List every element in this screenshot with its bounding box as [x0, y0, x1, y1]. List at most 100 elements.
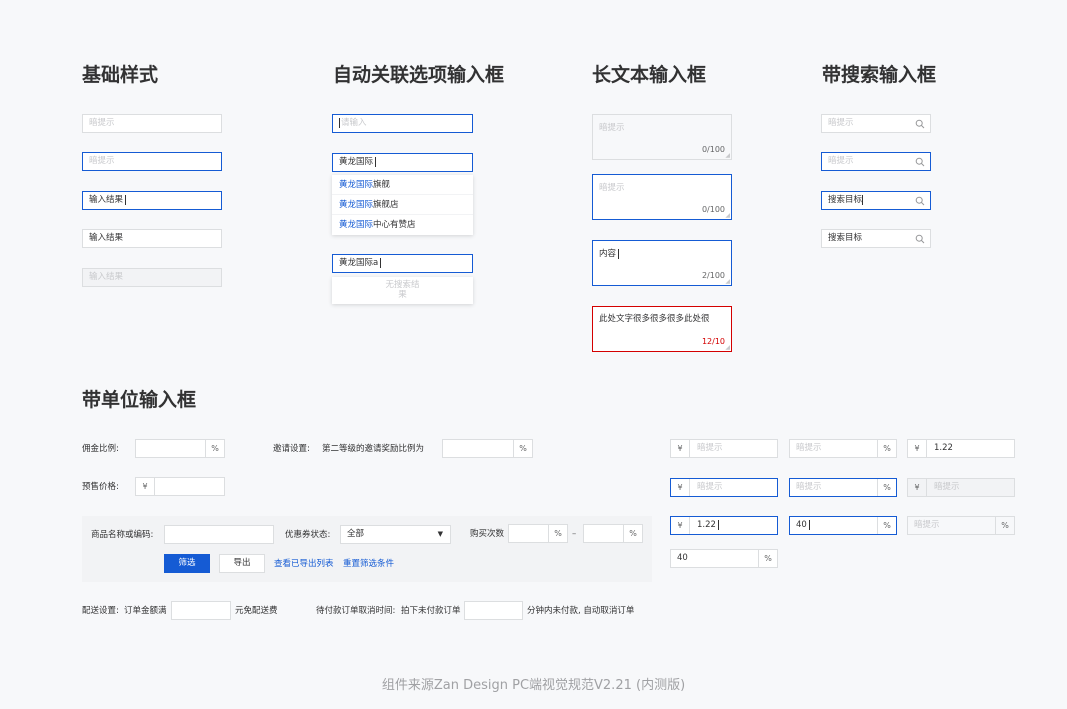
suggest-option[interactable]: 黄龙国际旗舰店: [332, 195, 473, 215]
textarea-default[interactable]: 暗提示 0/100 ◢: [592, 114, 732, 160]
percent-input-focused[interactable]: 暗提示%: [789, 478, 897, 497]
search-input[interactable]: 暗提示: [821, 114, 931, 133]
delivery-amount-input[interactable]: [171, 601, 231, 620]
yen-prefix: ¥: [136, 478, 155, 495]
resize-handle-icon[interactable]: ◢: [725, 345, 730, 351]
unpaid-minutes-input[interactable]: [464, 601, 523, 620]
auto-input-noresult[interactable]: 黄龙国际a: [332, 254, 473, 273]
search-value: 搜索目标: [828, 233, 863, 243]
basic-input-filled[interactable]: 输入结果: [82, 229, 222, 248]
textarea-value: 内容: [599, 249, 617, 259]
caret-down-icon: ▼: [437, 530, 443, 538]
suggest-option-match: 黄龙国际: [339, 200, 374, 210]
no-result-text-line1: 无搜索结: [385, 280, 420, 290]
yen-input-filled[interactable]: ¥1.22: [907, 439, 1015, 458]
filter-button[interactable]: 筛选: [164, 554, 210, 573]
percent-unit: %: [623, 525, 642, 542]
no-result-text-line2: 果: [398, 290, 407, 300]
resize-handle-icon[interactable]: ◢: [725, 213, 730, 219]
presale-input[interactable]: ¥: [135, 477, 225, 496]
text-caret: [808, 519, 810, 530]
export-button[interactable]: 导出: [219, 554, 265, 573]
search-icon[interactable]: [915, 234, 925, 244]
goods-label: 商品名称或编码:: [91, 530, 154, 540]
delivery-text-1: 订单金额满: [124, 606, 167, 616]
percent-unit: %: [205, 440, 224, 457]
basic-input-typing-value: 输入结果: [89, 195, 124, 205]
suggest-option-match: 黄龙国际: [339, 220, 374, 230]
invite-label: 邀请设置:: [273, 444, 310, 454]
yen-prefix: ¥: [671, 479, 690, 496]
percent-input-placeholder[interactable]: 暗提示%: [789, 439, 897, 458]
input-placeholder: 暗提示: [934, 482, 960, 492]
invite-input[interactable]: %: [442, 439, 533, 458]
auto-input-noresult-value: 黄龙国际a: [339, 258, 379, 268]
invite-text: 第二等级的邀请奖励比例为: [322, 444, 425, 454]
reset-filter-link[interactable]: 重置筛选条件: [343, 558, 394, 570]
resize-handle-icon[interactable]: ◢: [725, 153, 730, 159]
textarea-counter: 2/100: [701, 271, 725, 280]
delivery-label: 配送设置:: [82, 606, 119, 616]
input-value: 40: [796, 520, 807, 530]
yen-input-typing[interactable]: ¥1.22: [670, 516, 778, 535]
yen-input-focused[interactable]: ¥ 暗提示: [670, 478, 778, 497]
text-caret: [375, 156, 377, 167]
textarea-placeholder: 暗提示: [599, 183, 625, 193]
search-icon[interactable]: [915, 157, 925, 167]
auto-input-empty[interactable]: 请输入: [332, 114, 473, 133]
percent-input-readonly: 暗提示%: [907, 516, 1015, 535]
resize-handle-icon[interactable]: ◢: [725, 279, 730, 285]
heading-textarea: 长文本输入框: [592, 64, 707, 86]
heading-basic: 基础样式: [82, 64, 159, 86]
heading-auto: 自动关联选项输入框: [333, 64, 505, 86]
buy-count-min[interactable]: %: [508, 524, 568, 543]
suggest-option[interactable]: 黄龙国际旗舰: [332, 175, 473, 195]
no-result-dropdown: 无搜索结 果: [332, 277, 473, 304]
yen-prefix: ¥: [908, 440, 927, 457]
text-caret: [339, 117, 340, 128]
percent-unit: %: [877, 440, 896, 457]
buy-count-max[interactable]: %: [583, 524, 643, 543]
suggest-option-rest: 旗舰店: [373, 200, 399, 210]
input-placeholder: 暗提示: [796, 482, 822, 492]
basic-input-focused[interactable]: 暗提示: [82, 152, 222, 171]
percent-unit: %: [995, 517, 1014, 534]
search-icon[interactable]: [915, 119, 925, 129]
yen-input-placeholder[interactable]: ¥ 暗提示: [670, 439, 778, 458]
basic-input-typing[interactable]: 输入结果: [82, 191, 222, 210]
coupon-select[interactable]: 全部 ▼: [340, 525, 451, 544]
view-exported-link[interactable]: 查看已导出列表: [274, 558, 334, 570]
search-value: 搜索目标: [828, 195, 863, 205]
textarea-typing[interactable]: 内容 2/100 ◢: [592, 240, 732, 286]
goods-input[interactable]: [164, 525, 274, 544]
search-input-typing[interactable]: 搜索目标: [821, 191, 931, 210]
percent-input-typing[interactable]: 40%: [789, 516, 897, 535]
search-input-focused[interactable]: 暗提示: [821, 152, 931, 171]
coupon-select-value: 全部: [347, 529, 365, 539]
input-placeholder: 暗提示: [914, 520, 940, 530]
yen-prefix: ¥: [671, 440, 690, 457]
textarea-focused[interactable]: 暗提示 0/100 ◢: [592, 174, 732, 220]
unpaid-text-1: 拍下未付款订单: [401, 606, 461, 616]
percent-input-filled[interactable]: 40%: [670, 549, 778, 568]
yen-input-disabled: ¥ 暗提示: [907, 478, 1015, 497]
suggest-option[interactable]: 黄龙国际中心有赞店: [332, 215, 473, 235]
textarea-value: 此处文字很多很多很多此处很: [599, 314, 710, 324]
suggest-option-match: 黄龙国际: [339, 180, 374, 190]
textarea-placeholder: 暗提示: [599, 123, 625, 133]
input-placeholder: 暗提示: [697, 482, 723, 492]
textarea-error[interactable]: 此处文字很多很多很多此处很 12/10 ◢: [592, 306, 732, 352]
input-value: 1.22: [697, 520, 716, 530]
basic-input-placeholder[interactable]: 暗提示: [82, 114, 222, 133]
auto-input-suggest[interactable]: 黄龙国际: [332, 153, 473, 172]
textarea-counter-error: 12/10: [701, 337, 725, 346]
search-input-filled[interactable]: 搜索目标: [821, 229, 931, 248]
footer-credit: 组件来源Zan Design PC端视觉规范V2.21 (内测版): [381, 678, 686, 693]
heading-search: 带搜索输入框: [822, 64, 937, 86]
input-value: 1.22: [934, 443, 953, 453]
search-icon[interactable]: [915, 196, 925, 206]
range-dash: –: [572, 529, 577, 539]
commission-input[interactable]: %: [135, 439, 225, 458]
suggest-option-rest: 中心有赞店: [373, 220, 416, 230]
unpaid-label: 待付款订单取消时间:: [316, 606, 396, 616]
